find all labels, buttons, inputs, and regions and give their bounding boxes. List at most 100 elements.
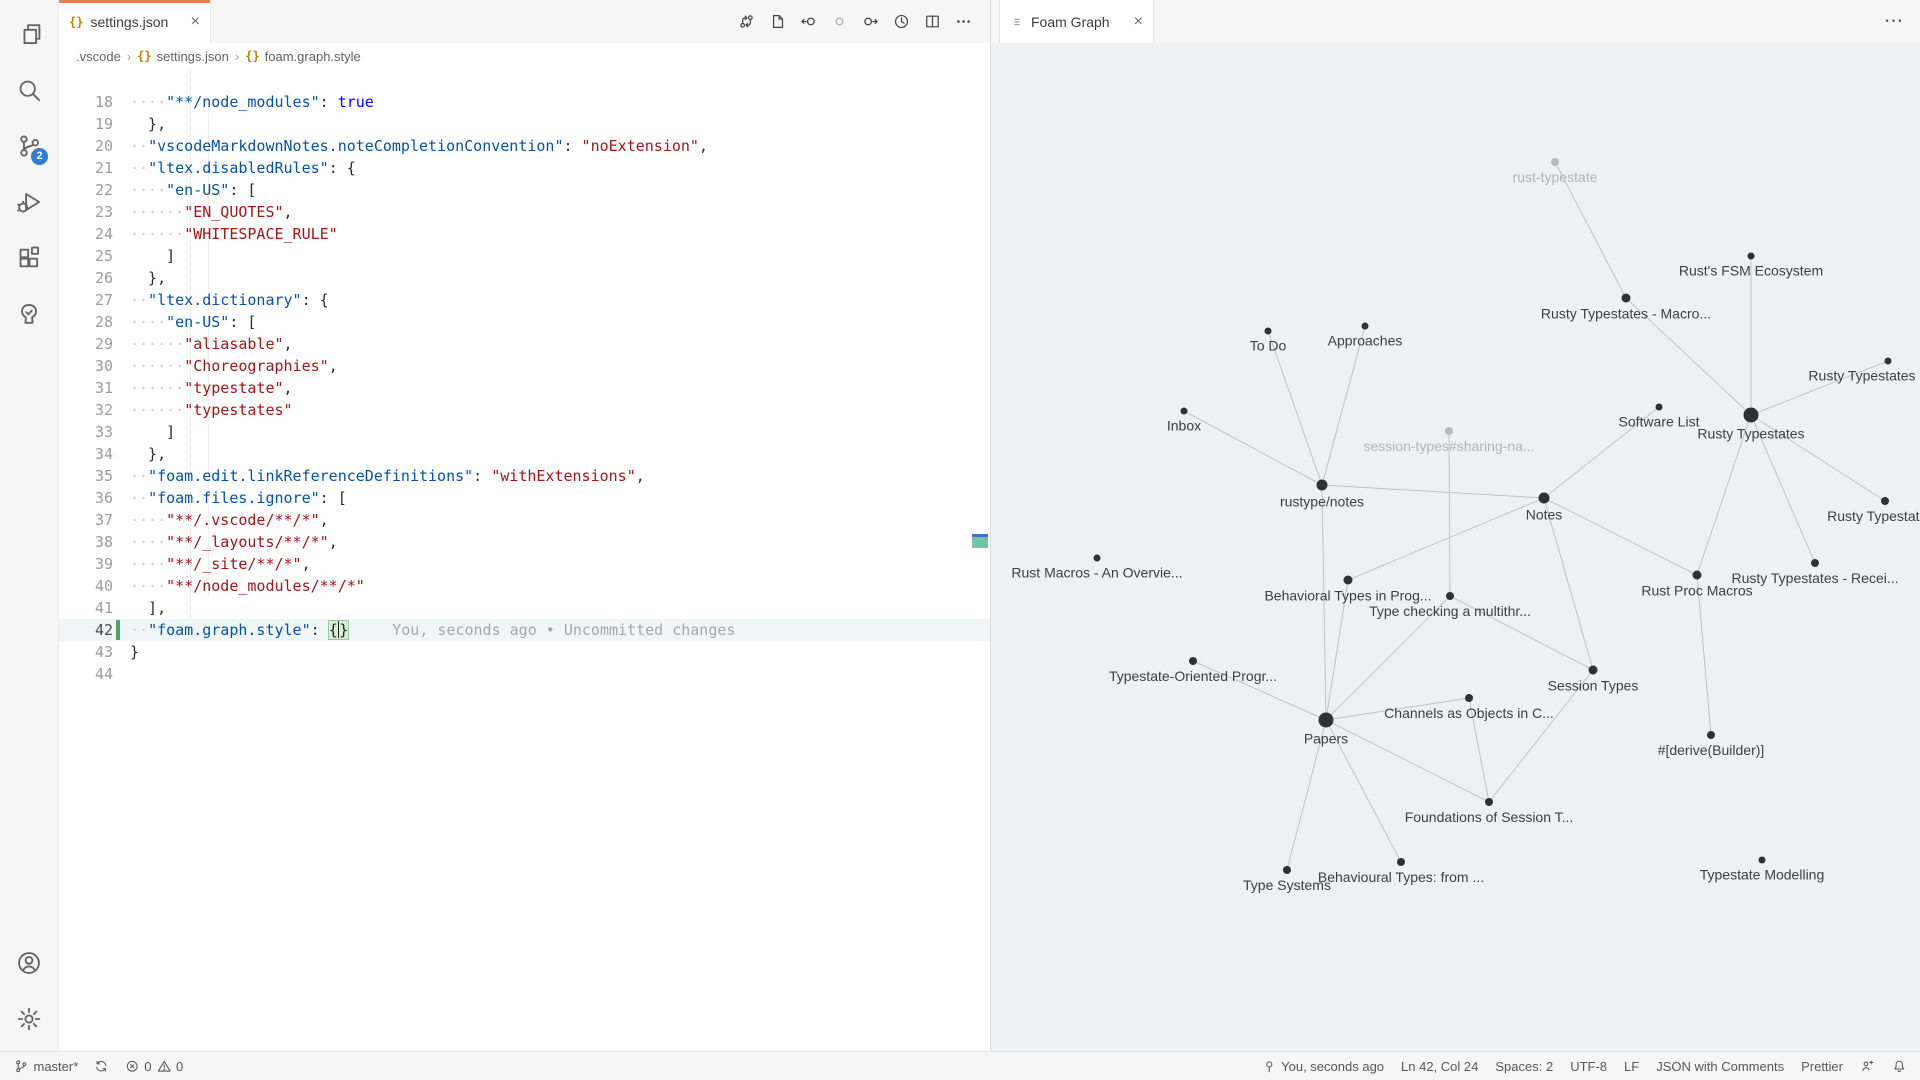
code-line-42[interactable]: 42··"foam.graph.style": {}You, seconds a…: [59, 619, 990, 641]
status-eol-selector[interactable]: LF: [1624, 1059, 1639, 1074]
code-line-31[interactable]: 31······"typestate",: [59, 377, 990, 399]
graph-node[interactable]: To Do: [1250, 328, 1287, 354]
graph-node[interactable]: session-types#sharing-na...: [1363, 427, 1534, 454]
previous-change-button[interactable]: [799, 13, 817, 31]
tab-label: settings.json: [90, 14, 168, 30]
code-line-35[interactable]: 35··"foam.edit.linkReferenceDefinitions"…: [59, 465, 990, 487]
code-line-22[interactable]: 22····"en-US": [: [59, 179, 990, 201]
code-editor[interactable]: 18····"**/node_modules": true19 },20··"v…: [59, 69, 990, 1051]
status-cursor-position[interactable]: Ln 42, Col 24: [1401, 1059, 1478, 1074]
code-line-23[interactable]: 23······"EN_QUOTES",: [59, 201, 990, 223]
status-formatter[interactable]: Prettier: [1801, 1059, 1843, 1074]
status-feedback[interactable]: [1860, 1059, 1875, 1074]
graph-node[interactable]: Behavioral Types in Prog...: [1264, 576, 1431, 604]
status-notifications[interactable]: [1892, 1059, 1907, 1074]
compare-changes-button[interactable]: [737, 13, 755, 31]
change-indicator-button[interactable]: [830, 13, 848, 31]
svg-text:rustype/notes: rustype/notes: [1280, 494, 1364, 510]
activity-item-search[interactable]: [5, 62, 53, 118]
breadcrumb-item[interactable]: {}settings.json: [137, 49, 229, 64]
graph-node[interactable]: #[derive(Builder)]: [1658, 731, 1765, 758]
open-file-button[interactable]: [768, 13, 786, 31]
graph-node[interactable]: Rusty Typestates: [1808, 358, 1915, 384]
activity-item-foam[interactable]: [5, 286, 53, 342]
code-line-33[interactable]: 33 ]: [59, 421, 990, 443]
svg-text:To Do: To Do: [1250, 338, 1287, 354]
code-line-38[interactable]: 38····"**/_layouts/**/*",: [59, 531, 990, 553]
status-sync-button[interactable]: [94, 1059, 109, 1074]
graph-node[interactable]: Rust Macros - An Overvie...: [1011, 555, 1182, 581]
status-problems-indicator[interactable]: 00: [125, 1059, 183, 1074]
breadcrumb-separator: ›: [127, 49, 131, 64]
error-icon: [125, 1059, 140, 1074]
activity-item-run-debug[interactable]: [5, 174, 53, 230]
panel-tab-label: Foam Graph: [1031, 14, 1110, 30]
graph-node[interactable]: Approaches: [1328, 323, 1403, 349]
code-line-18[interactable]: 18····"**/node_modules": true: [59, 91, 990, 113]
graph-node[interactable]: Rusty Typestates - Macro...: [1541, 294, 1711, 322]
code-line-29[interactable]: 29······"aliasable",: [59, 333, 990, 355]
close-icon[interactable]: ×: [1134, 14, 1143, 30]
split-editor-button[interactable]: [923, 13, 941, 31]
status-blame-status[interactable]: You, seconds ago: [1262, 1059, 1384, 1074]
breadcrumb-item[interactable]: .vscode: [76, 49, 121, 64]
activity-item-extensions[interactable]: [5, 230, 53, 286]
overview-ruler-decoration: [972, 534, 988, 548]
code-line-30[interactable]: 30······"Choreographies",: [59, 355, 990, 377]
graph-node[interactable]: Software List: [1619, 404, 1700, 430]
activity-item-settings[interactable]: [5, 991, 53, 1047]
compare-icon: [738, 13, 755, 30]
activity-bar: 2: [0, 0, 59, 1051]
close-icon[interactable]: ×: [191, 14, 200, 30]
code-line-25[interactable]: 25 ]: [59, 245, 990, 267]
graph-node[interactable]: Typestate-Oriented Progr...: [1109, 657, 1277, 684]
tab-settings-json[interactable]: {} settings.json ×: [59, 0, 211, 43]
code-line-41[interactable]: 41 ],: [59, 597, 990, 619]
code-line-43[interactable]: 43}: [59, 641, 990, 663]
code-line-34[interactable]: 34 },: [59, 443, 990, 465]
timeline-button[interactable]: [892, 13, 910, 31]
code-line-39[interactable]: 39····"**/_site/**/*",: [59, 553, 990, 575]
status-encoding[interactable]: UTF-8: [1570, 1059, 1607, 1074]
activity-item-source-control[interactable]: 2: [5, 118, 53, 174]
code-line-20[interactable]: 20··"vscodeMarkdownNotes.noteCompletionC…: [59, 135, 990, 157]
graph-node[interactable]: Rust's FSM Ecosystem: [1679, 253, 1823, 279]
graph-node[interactable]: rustype/notes: [1280, 480, 1364, 510]
code-line-32[interactable]: 32······"typestates": [59, 399, 990, 421]
code-line-21[interactable]: 21··"ltex.disabledRules": {: [59, 157, 990, 179]
line-number: 34: [59, 443, 130, 465]
breadcrumb-item[interactable]: {}foam.graph.style: [245, 49, 361, 64]
status-indentation[interactable]: Spaces: 2: [1495, 1059, 1553, 1074]
editor-tab-bar: {} settings.json ×: [59, 0, 990, 43]
code-line-24[interactable]: 24······"WHITESPACE_RULE": [59, 223, 990, 245]
graph-node[interactable]: Rusty Typestates: [1697, 408, 1804, 442]
foam-graph-canvas[interactable]: rust-typestate Rust's FSM Ecosystem Rusty …: [991, 43, 1920, 1051]
line-number: 23: [59, 201, 130, 223]
graph-node[interactable]: Foundations of Session T...: [1405, 798, 1574, 825]
activity-item-explorer[interactable]: [5, 6, 53, 62]
code-line-26[interactable]: 26 },: [59, 267, 990, 289]
status-language-mode[interactable]: JSON with Comments: [1656, 1059, 1784, 1074]
svg-text:Rust's FSM Ecosystem: Rust's FSM Ecosystem: [1679, 263, 1823, 279]
code-line-27[interactable]: 27··"ltex.dictionary": {: [59, 289, 990, 311]
graph-node[interactable]: Session Types: [1548, 666, 1639, 694]
code-line-40[interactable]: 40····"**/node_modules/**/*": [59, 575, 990, 597]
graph-node[interactable]: Inbox: [1167, 408, 1201, 434]
more-actions-icon[interactable]: ⋯: [1884, 0, 1920, 43]
graph-node[interactable]: Behavioural Types: from ...: [1318, 858, 1484, 885]
graph-node[interactable]: Channels as Objects in C...: [1384, 694, 1554, 721]
graph-node[interactable]: Typestate Modelling: [1700, 857, 1825, 883]
status-branch-indicator[interactable]: master*: [14, 1059, 78, 1074]
graph-node[interactable]: Rusty Typestates - Recei...: [1731, 559, 1898, 586]
code-line-28[interactable]: 28····"en-US": [: [59, 311, 990, 333]
graph-node[interactable]: rust-typestate: [1513, 158, 1598, 185]
activity-item-accounts[interactable]: [5, 935, 53, 991]
tab-foam-graph[interactable]: Foam Graph ×: [999, 0, 1154, 43]
next-change-button[interactable]: [861, 13, 879, 31]
code-line-37[interactable]: 37····"**/.vscode/**/*",: [59, 509, 990, 531]
more-actions-button[interactable]: [954, 13, 972, 31]
graph-node[interactable]: Rusty Typestates -: [1827, 497, 1920, 524]
code-line-36[interactable]: 36··"foam.files.ignore": [: [59, 487, 990, 509]
code-line-19[interactable]: 19 },: [59, 113, 990, 135]
code-line-44[interactable]: 44: [59, 663, 990, 685]
